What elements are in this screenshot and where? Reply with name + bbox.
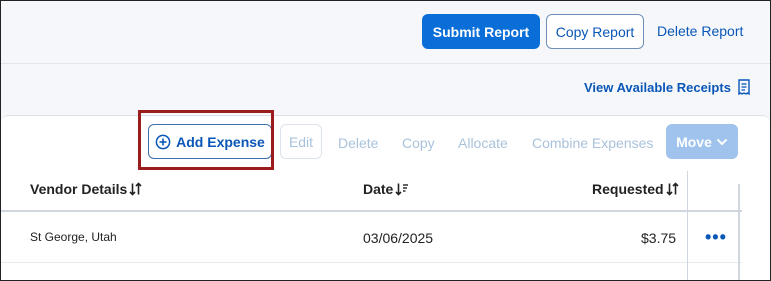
view-receipts-label: View Available Receipts [584, 79, 731, 95]
receipt-icon [737, 79, 751, 95]
move-label: Move [676, 133, 712, 150]
column-requested-label: Requested [592, 181, 664, 197]
row-more-options-icon[interactable]: ••• [705, 227, 727, 248]
sort-descending-icon [395, 182, 409, 196]
delete-expense-button[interactable]: Delete [338, 135, 378, 151]
sort-arrows-icon [666, 182, 679, 196]
submit-report-button[interactable]: Submit Report [422, 14, 540, 49]
row-date: 03/06/2025 [363, 230, 434, 246]
delete-report-link[interactable]: Delete Report [657, 23, 743, 39]
highlight-box [138, 110, 274, 170]
allocate-button[interactable]: Allocate [458, 135, 508, 151]
row-vendor: St George, Utah [30, 230, 117, 244]
column-vendor-label: Vendor Details [30, 181, 128, 197]
row-requested: $3.75 [641, 230, 677, 246]
report-header: Submit Report Copy Report Delete Report … [1, 1, 770, 115]
actions-column-divider [687, 171, 688, 280]
column-vendor-details[interactable]: Vendor Details [30, 181, 142, 197]
sort-arrows-icon [129, 182, 142, 196]
column-requested[interactable]: Requested [592, 181, 679, 197]
chevron-down-icon [716, 137, 728, 147]
expense-report-view: Submit Report Copy Report Delete Report … [0, 0, 771, 281]
edit-button[interactable]: Edit [280, 124, 322, 159]
copy-expense-button[interactable]: Copy [402, 135, 435, 151]
column-date[interactable]: Date [363, 181, 409, 197]
combine-expenses-button[interactable]: Combine Expenses [532, 135, 653, 151]
scrollbar-track[interactable] [738, 184, 740, 280]
copy-report-button[interactable]: Copy Report [546, 14, 644, 49]
move-button[interactable]: Move [666, 124, 738, 159]
view-receipts-link[interactable]: View Available Receipts [584, 79, 751, 95]
column-date-label: Date [363, 181, 394, 197]
header-divider [1, 63, 770, 64]
